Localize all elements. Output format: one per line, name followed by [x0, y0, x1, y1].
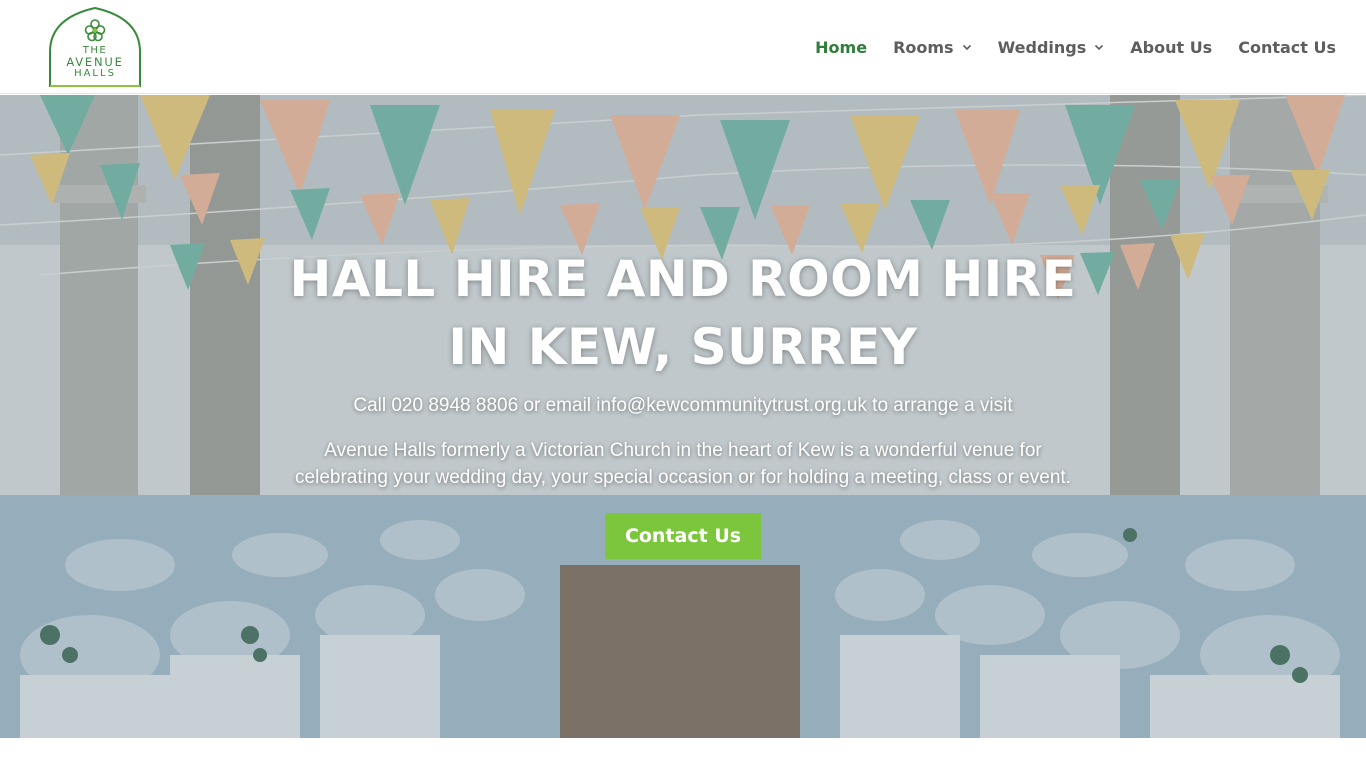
contact-us-button[interactable]: Contact Us [604, 513, 762, 559]
nav-contact-us-label: Contact Us [1238, 37, 1336, 57]
logo[interactable]: THE AVENUE HALLS [47, 6, 143, 88]
logo-text-halls: HALLS [74, 68, 116, 79]
nav-about-us-label: About Us [1130, 37, 1213, 57]
hero-title: HALL HIRE AND ROOM HIRE IN KEW, SURREY [283, 245, 1083, 381]
hero-content: HALL HIRE AND ROOM HIRE IN KEW, SURREY C… [283, 245, 1083, 559]
nav-rooms[interactable]: Rooms [893, 38, 972, 57]
nav-about-us[interactable]: About Us [1130, 38, 1212, 57]
nav-contact-us[interactable]: Contact Us [1238, 38, 1336, 57]
chevron-down-icon [962, 42, 972, 52]
nav-weddings-label: Weddings [997, 37, 1087, 57]
nav-home-label: Home [815, 37, 868, 57]
below-hero-area [0, 738, 1366, 768]
logo-text-avenue: AVENUE [66, 55, 124, 69]
main-navigation: Home Rooms Weddings About Us Contact Us [789, 0, 1336, 94]
chevron-down-icon [1094, 42, 1104, 52]
hero-contact-line: Call 020 8948 8806 or email info@kewcomm… [353, 395, 1013, 416]
hero-title-line-2: IN KEW, SURREY [448, 318, 918, 376]
hero-section: HALL HIRE AND ROOM HIRE IN KEW, SURREY C… [0, 95, 1366, 738]
hero-description: Avenue Halls formerly a Victorian Church… [295, 440, 1071, 488]
hero-title-line-1: HALL HIRE AND ROOM HIRE [289, 250, 1077, 308]
nav-home[interactable]: Home [815, 38, 867, 57]
nav-weddings[interactable]: Weddings [998, 38, 1105, 57]
site-header: THE AVENUE HALLS Home Rooms Weddings Abo… [0, 0, 1366, 94]
nav-rooms-label: Rooms [893, 37, 954, 57]
